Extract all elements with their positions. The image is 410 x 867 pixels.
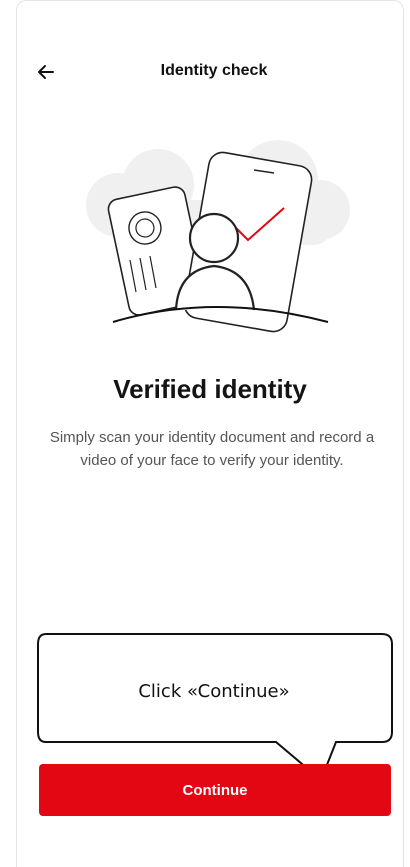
continue-button[interactable]: Continue [39,764,391,816]
tooltip-text: Click «Continue» [138,681,290,702]
identity-illustration [86,140,350,333]
tooltip-callout [37,633,393,782]
page-title: Identity check [160,62,268,79]
section-heading: Verified identity [113,374,307,404]
description-text: Simply scan your identity document and r… [49,429,375,469]
